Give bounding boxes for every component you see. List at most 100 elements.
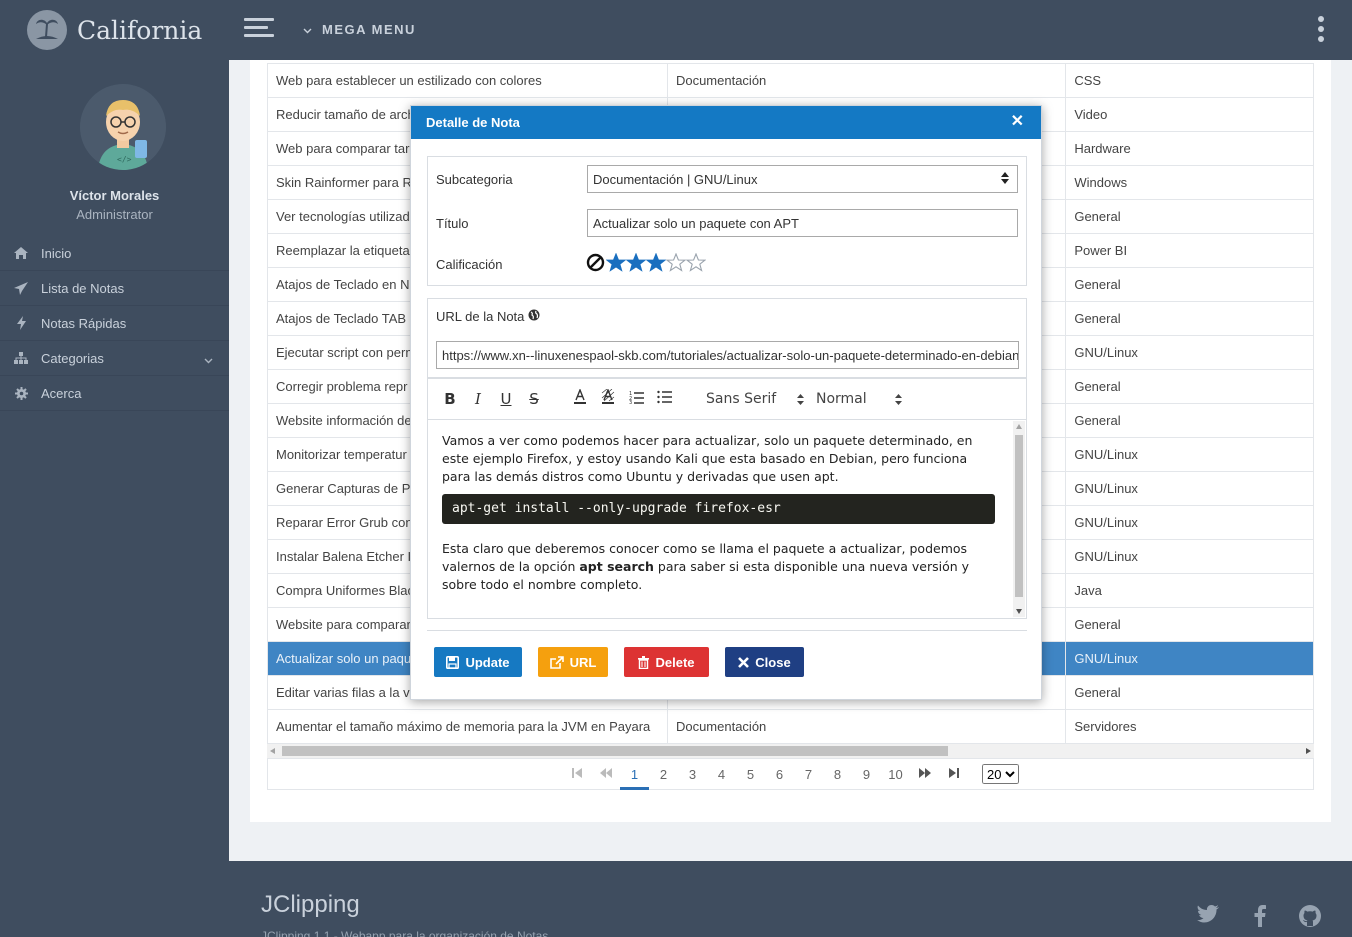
italic-icon[interactable]: I [464, 390, 492, 408]
page-number[interactable]: 5 [736, 759, 765, 790]
page-number[interactable]: 8 [823, 759, 852, 790]
page-size-select[interactable]: 20 [982, 764, 1019, 784]
note-detail-dialog: Detalle de Nota ✕ Subcategoria Documenta… [410, 105, 1042, 700]
table-cell: General [1065, 675, 1314, 710]
star-filled-icon[interactable] [605, 252, 627, 275]
last-page-icon[interactable] [939, 759, 968, 790]
page-number[interactable]: 7 [794, 759, 823, 790]
url-button[interactable]: URL [538, 647, 608, 677]
palm-tree-logo-icon [27, 10, 67, 50]
paginator: 1 2 3 4 5 6 7 8 9 10 20 [267, 758, 1314, 790]
home-icon [14, 247, 28, 259]
first-page-icon[interactable] [562, 759, 591, 790]
hamburger-menu-icon[interactable] [244, 18, 274, 42]
sidebar-item-notas-rapidas[interactable]: Notas Rápidas [0, 306, 229, 341]
avatar: </> [80, 84, 166, 170]
sidebar-item-inicio[interactable]: Inicio [0, 236, 229, 271]
table-cell: Web para establecer un estilizado con co… [267, 63, 668, 98]
user-role: Administrator [76, 207, 153, 222]
footer-title: JClipping [261, 891, 360, 918]
table-cell: General [1065, 403, 1314, 438]
close-button[interactable]: Close [725, 647, 804, 677]
github-icon[interactable] [1299, 905, 1323, 929]
svg-text:3: 3 [629, 400, 632, 404]
strike-icon[interactable]: S [520, 390, 548, 408]
note-fields-box: Subcategoria Documentación | GNU/Linux T… [427, 156, 1027, 286]
vertical-scrollbar[interactable] [1013, 421, 1025, 617]
table-cell: General [1065, 267, 1314, 302]
url-box: URL de la Nota https://www.xn--linuxenes… [427, 298, 1027, 378]
table-cell: General [1065, 607, 1314, 642]
prev-page-icon[interactable] [591, 759, 620, 790]
ordered-list-icon[interactable]: 123 [622, 390, 650, 408]
sidebar-item-label: Lista de Notas [41, 280, 125, 296]
sidebar-item-lista-de-notas[interactable]: Lista de Notas [0, 271, 229, 306]
background-color-icon[interactable] [594, 388, 622, 409]
page-number[interactable]: 2 [649, 759, 678, 790]
calificacion-label: Calificación [436, 256, 503, 272]
star-filled-icon[interactable] [625, 252, 647, 275]
scrollbar-thumb[interactable] [1015, 435, 1023, 597]
table-cell: GNU/Linux [1065, 505, 1314, 540]
text-color-icon[interactable] [566, 388, 594, 409]
font-family-select[interactable]: Sans Serif [706, 391, 808, 407]
delete-button-label: Delete [655, 654, 695, 670]
url-button-label: URL [569, 654, 597, 670]
table-cell: Power BI [1065, 233, 1314, 268]
star-filled-icon[interactable] [645, 252, 667, 275]
subcategoria-select[interactable]: Documentación | GNU/Linux [587, 165, 1018, 193]
url-input[interactable]: https://www.xn--linuxenespaol-skb.com/tu… [436, 341, 1019, 369]
sidebar-item-categorias[interactable]: Categorias [0, 341, 229, 376]
svg-text:</>: </> [117, 155, 132, 164]
mega-menu-toggle[interactable]: MEGA MENU [303, 22, 416, 37]
rich-text-editor[interactable]: Vamos a ver como podemos hacer para actu… [427, 419, 1027, 619]
horizontal-scrollbar[interactable] [267, 744, 1314, 758]
editor-bold-text: apt search [579, 559, 654, 574]
next-page-icon[interactable] [910, 759, 939, 790]
brand-name: California [77, 15, 203, 45]
dialog-header: Detalle de Nota ✕ [411, 106, 1041, 139]
trash-icon [638, 655, 650, 669]
sidebar: </> Víctor Morales Administrator Inicio … [0, 60, 229, 937]
sidebar-item-label: Acerca [41, 385, 82, 401]
rating-stars[interactable] [586, 252, 707, 275]
table-row[interactable]: Aumentar el tamaño máximo de memoria par… [267, 709, 1314, 744]
scrollbar-thumb[interactable] [282, 746, 948, 756]
page-number[interactable]: 1 [620, 759, 649, 790]
facebook-icon[interactable] [1254, 905, 1278, 929]
titulo-input[interactable]: Actualizar solo un paquete con APT [587, 209, 1018, 237]
editor-paragraph: Esta claro que deberemos conocer como se… [442, 540, 998, 594]
underline-icon[interactable]: U [492, 390, 520, 408]
sidebar-item-label: Notas Rápidas [41, 315, 127, 331]
external-link-icon [549, 655, 564, 669]
editor-paragraph: Vamos a ver como podemos hacer para actu… [442, 433, 973, 484]
page-number[interactable]: 9 [852, 759, 881, 790]
close-icon[interactable]: ✕ [1011, 114, 1024, 130]
paper-plane-icon [14, 281, 28, 295]
table-cell: General [1065, 301, 1314, 336]
subcategoria-value: Documentación | GNU/Linux [593, 171, 758, 187]
page-number[interactable]: 4 [707, 759, 736, 790]
bullet-list-icon[interactable] [650, 390, 678, 408]
table-cell: GNU/Linux [1065, 471, 1314, 506]
more-vertical-icon[interactable] [1318, 16, 1326, 46]
star-empty-icon[interactable] [685, 252, 707, 275]
update-button[interactable]: Update [434, 647, 522, 677]
table-row[interactable]: Web para establecer un estilizado con co… [267, 63, 1314, 98]
delete-button[interactable]: Delete [624, 647, 709, 677]
twitter-icon[interactable] [1197, 905, 1221, 929]
sidebar-item-acerca[interactable]: Acerca [0, 376, 229, 411]
table-cell: Aumentar el tamaño máximo de memoria par… [267, 709, 668, 744]
star-empty-icon[interactable] [665, 252, 687, 275]
divider [427, 630, 1027, 631]
table-cell: GNU/Linux [1065, 335, 1314, 370]
table-cell: Windows [1065, 165, 1314, 200]
clear-rating-icon[interactable] [586, 253, 605, 275]
font-size-select[interactable]: Normal [816, 391, 906, 407]
page-number[interactable]: 3 [678, 759, 707, 790]
page-number[interactable]: 6 [765, 759, 794, 790]
bold-icon[interactable]: B [436, 390, 464, 408]
chevron-down-icon [204, 352, 213, 367]
page-number[interactable]: 10 [881, 759, 910, 790]
brand[interactable]: California [0, 0, 229, 60]
